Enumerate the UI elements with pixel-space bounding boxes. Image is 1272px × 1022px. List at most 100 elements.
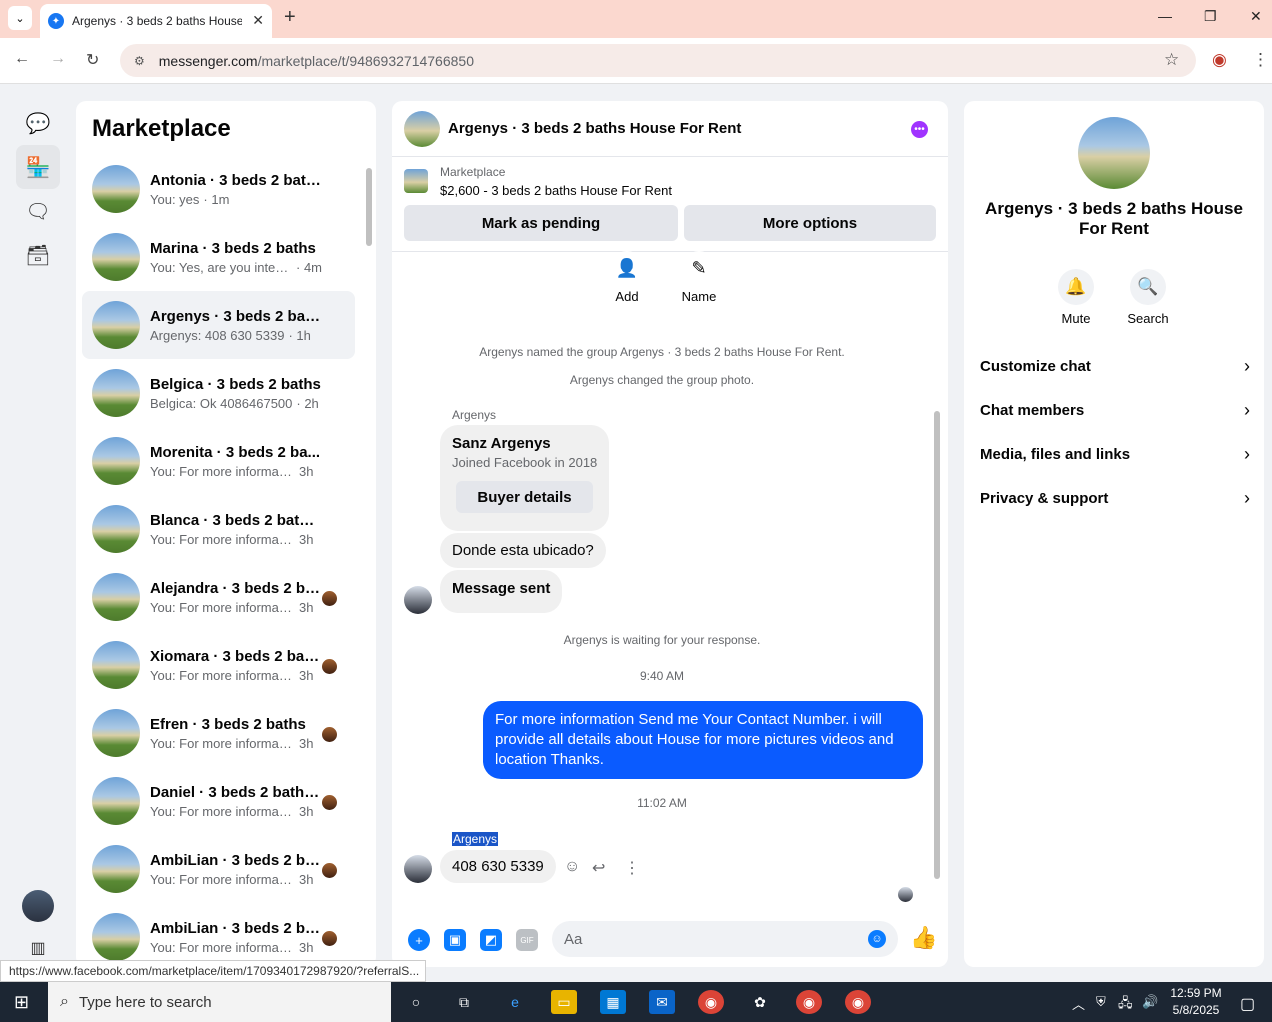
conversation-item[interactable]: AmbiLian · 3 beds 2 ba... You: For more i… bbox=[82, 835, 355, 903]
conversation-item[interactable]: Morenita · 3 beds 2 ba... You: For more i… bbox=[82, 427, 355, 495]
group-avatar[interactable] bbox=[1078, 117, 1150, 189]
clock[interactable]: 12:59 PM 5/8/2025 bbox=[1166, 985, 1226, 1019]
seen-avatar bbox=[322, 931, 337, 946]
info-panel: Argenys · 3 beds 2 baths House For Rent … bbox=[964, 101, 1264, 967]
info-row-customize-chat[interactable]: Customize chat › bbox=[980, 352, 1250, 380]
info-row-media[interactable]: Media, files and links › bbox=[980, 440, 1250, 468]
address-input[interactable]: ⚙ messenger.com/marketplace/t/9486932714… bbox=[120, 44, 1196, 77]
browser-menu-icon[interactable]: ⋮ bbox=[1252, 50, 1269, 70]
bookmark-star-icon[interactable]: ☆ bbox=[1164, 50, 1179, 70]
close-tab-icon[interactable]: ✕ bbox=[252, 12, 264, 29]
photo-icon[interactable]: ▣ bbox=[444, 929, 466, 951]
taskbar-search-input[interactable]: ⌕ Type here to search bbox=[48, 982, 391, 1022]
list-scrollbar[interactable] bbox=[364, 154, 372, 964]
chats-icon[interactable]: 💬 bbox=[16, 101, 60, 145]
more-actions-icon[interactable]: ⋮ bbox=[624, 858, 640, 878]
conversation-item[interactable]: Daniel · 3 beds 2 baths... You: For more … bbox=[82, 767, 355, 835]
archive-icon[interactable]: 🗃 bbox=[16, 233, 60, 277]
volume-icon[interactable]: 🔊 bbox=[1142, 994, 1158, 1010]
user-avatar[interactable] bbox=[22, 890, 54, 922]
buyer-details-button[interactable]: Buyer details bbox=[456, 481, 593, 513]
info-row-chat-members[interactable]: Chat members › bbox=[980, 396, 1250, 424]
store-icon[interactable]: ▦ bbox=[600, 990, 626, 1014]
conversation-item[interactable]: Alejandra · 3 beds 2 ba... You: For more … bbox=[82, 563, 355, 631]
list-scroll-thumb[interactable] bbox=[366, 168, 372, 246]
chrome-profile-icon[interactable]: ◉ bbox=[845, 990, 871, 1014]
network-icon[interactable]: 🖧 bbox=[1118, 994, 1133, 1016]
chat-scrollbar[interactable] bbox=[932, 261, 942, 901]
mute-action[interactable]: 🔔 Mute bbox=[1046, 269, 1106, 326]
sender-avatar[interactable] bbox=[404, 855, 432, 883]
close-window-icon[interactable]: ✕ bbox=[1250, 8, 1262, 25]
conversation-item[interactable]: AmbiLian · 3 beds 2 ba... You: For more i… bbox=[82, 903, 355, 967]
react-icon[interactable]: ☺ bbox=[564, 858, 580, 876]
tab-search-dropdown-icon[interactable]: ⌄ bbox=[8, 6, 32, 30]
seen-avatar bbox=[322, 659, 337, 674]
message-bubble[interactable]: Message sent bbox=[440, 570, 563, 613]
seen-avatar bbox=[322, 727, 337, 742]
restore-icon[interactable]: ❐ bbox=[1204, 8, 1217, 25]
system-message: Argenys named the group Argenys · 3 beds… bbox=[479, 345, 845, 359]
requests-icon[interactable]: 🗨 bbox=[16, 189, 60, 233]
forward-icon[interactable]: → bbox=[50, 50, 66, 68]
windows-start-icon[interactable]: ⊞ bbox=[14, 992, 29, 1013]
conversation-item[interactable]: Marina · 3 beds 2 baths You: Yes, are you… bbox=[82, 223, 355, 291]
back-icon[interactable]: ← bbox=[14, 50, 30, 68]
new-tab-icon[interactable]: + bbox=[284, 6, 296, 29]
sticker-icon[interactable]: ◩ bbox=[480, 929, 502, 951]
reload-icon[interactable]: ↻ bbox=[86, 50, 99, 70]
add-people-action[interactable]: 👤 Add bbox=[597, 251, 657, 304]
more-options-button[interactable]: More options bbox=[684, 205, 936, 241]
cortana-icon[interactable]: ○ bbox=[403, 990, 429, 1014]
chrome-icon[interactable]: ◉ bbox=[698, 990, 724, 1014]
browser-tab[interactable]: ✦ Argenys · 3 beds 2 baths House For Ren… bbox=[40, 4, 272, 38]
edge-icon[interactable]: e bbox=[502, 990, 528, 1014]
name-action[interactable]: ✎ Name bbox=[669, 251, 729, 304]
conversation-item[interactable]: Blanca · 3 beds 2 baths... You: For more … bbox=[82, 495, 355, 563]
profile-icon[interactable]: ◉ bbox=[1212, 50, 1227, 70]
conversation-item[interactable]: Belgica · 3 beds 2 baths Belgica: Ok 4086… bbox=[82, 359, 355, 427]
emoji-icon[interactable]: ☺ bbox=[868, 930, 886, 948]
notifications-icon[interactable]: ▢ bbox=[1240, 994, 1255, 1014]
message-bubble[interactable]: Donde esta ubicado? bbox=[440, 533, 606, 568]
search-action[interactable]: 🔍 Search bbox=[1118, 269, 1178, 326]
conversation-name: Efren · 3 beds 2 baths bbox=[150, 715, 306, 733]
task-view-icon[interactable]: ⧉ bbox=[451, 990, 477, 1014]
chrome-icon[interactable]: ◉ bbox=[796, 990, 822, 1014]
chat-scroll-thumb[interactable] bbox=[934, 411, 940, 879]
conversation-item[interactable]: Argenys · 3 beds 2 bat... Argenys: 408 63… bbox=[82, 291, 355, 359]
defender-icon[interactable]: ⛨ bbox=[1096, 994, 1106, 1010]
site-info-icon[interactable]: ⚙ bbox=[134, 54, 145, 68]
listing-thumbnail bbox=[92, 437, 140, 485]
conversation-item[interactable]: Efren · 3 beds 2 baths You: For more info… bbox=[82, 699, 355, 767]
conversation-time: · 2h bbox=[296, 395, 319, 411]
conversation-item[interactable]: Antonia · 3 beds 2 baths You: yes · 1m bbox=[82, 155, 355, 223]
message-input[interactable]: Aa ☺ bbox=[552, 921, 898, 957]
reply-icon[interactable]: ↩ bbox=[592, 858, 605, 878]
chat-title[interactable]: Argenys · 3 beds 2 baths House For Rent bbox=[448, 120, 741, 137]
chat-avatar[interactable] bbox=[404, 110, 440, 147]
messenger-favicon-icon: ✦ bbox=[48, 13, 64, 29]
conversation-preview: You: yes bbox=[150, 191, 200, 207]
conversation-item[interactable]: Xiomara · 3 beds 2 baths You: For more in… bbox=[82, 631, 355, 699]
seen-avatar bbox=[322, 795, 337, 810]
info-row-privacy[interactable]: Privacy & support › bbox=[980, 484, 1250, 512]
conversation-time: 3h bbox=[299, 803, 314, 819]
my-message-bubble[interactable]: For more information Send me Your Contac… bbox=[483, 701, 923, 779]
marketplace-icon[interactable]: 🏪 bbox=[16, 145, 60, 189]
gif-icon[interactable]: GIF bbox=[516, 929, 538, 951]
listing-thumbnail bbox=[92, 845, 140, 893]
chat-more-icon[interactable]: ••• bbox=[911, 121, 928, 138]
conversation-name: Antonia · 3 beds 2 baths bbox=[150, 171, 322, 189]
app-icon[interactable]: ✿ bbox=[747, 990, 773, 1014]
sender-avatar[interactable] bbox=[404, 586, 432, 614]
buyer-card: Sanz Argenys Joined Facebook in 2018 Buy… bbox=[440, 425, 609, 531]
tray-chevron-icon[interactable]: ︿ bbox=[1072, 994, 1085, 1013]
thumbs-up-icon[interactable]: 👍 bbox=[910, 925, 937, 951]
file-explorer-icon[interactable]: ▭ bbox=[551, 990, 577, 1014]
message-bubble[interactable]: 408 630 5339 bbox=[440, 850, 556, 883]
minimize-icon[interactable]: — bbox=[1158, 8, 1172, 24]
mail-icon[interactable]: ✉ bbox=[649, 990, 675, 1014]
mark-pending-button[interactable]: Mark as pending bbox=[404, 205, 678, 241]
plus-icon[interactable]: + bbox=[408, 929, 430, 951]
